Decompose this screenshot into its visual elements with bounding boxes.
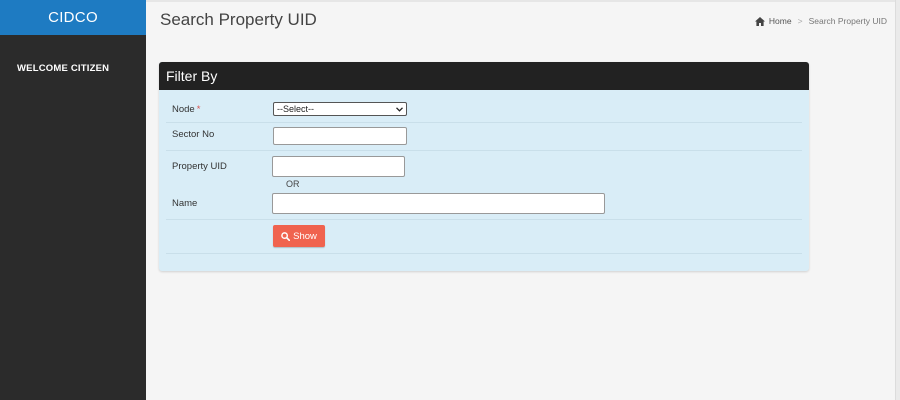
show-button-label: Show xyxy=(293,230,317,242)
breadcrumb: Home > Search Property UID xyxy=(754,16,887,26)
action-row xyxy=(166,219,802,254)
name-label: Name xyxy=(172,198,198,209)
welcome-text: WELCOME CITIZEN xyxy=(17,63,110,74)
home-icon xyxy=(754,16,765,26)
breadcrumb-current: Search Property UID xyxy=(808,16,887,26)
node-select[interactable]: --Select-- xyxy=(273,102,407,116)
sector-label: Sector No xyxy=(172,129,215,140)
filter-heading: Filter By xyxy=(159,62,809,90)
breadcrumb-home-link[interactable]: Home xyxy=(769,16,792,26)
node-label: Node * xyxy=(172,104,200,115)
show-button[interactable]: Show xyxy=(273,225,325,247)
chevron-down-icon xyxy=(396,106,403,112)
node-row xyxy=(166,96,802,123)
name-input[interactable] xyxy=(272,193,605,214)
top-divider xyxy=(146,0,900,2)
required-mark: * xyxy=(196,104,201,115)
breadcrumb-separator: > xyxy=(797,16,803,26)
brand-name: CIDCO xyxy=(48,9,98,26)
scrollbar[interactable] xyxy=(895,0,900,400)
sector-input[interactable] xyxy=(273,127,407,145)
node-label-text: Node xyxy=(172,104,195,115)
search-icon xyxy=(281,231,291,241)
node-select-value: --Select-- xyxy=(277,104,315,114)
sector-row xyxy=(166,122,802,151)
page-title: Search Property UID xyxy=(160,10,317,29)
sidebar: WELCOME CITIZEN xyxy=(0,35,146,400)
brand-logo[interactable]: CIDCO xyxy=(0,0,146,35)
